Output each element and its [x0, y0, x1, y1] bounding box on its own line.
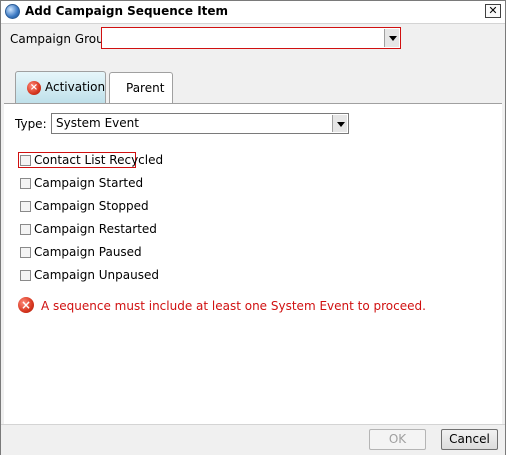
validation-error-message: A sequence must include at least one Sys… [41, 299, 426, 313]
cancel-button[interactable]: Cancel [441, 429, 498, 450]
chevron-down-icon[interactable] [384, 29, 399, 47]
type-value: System Event [56, 116, 139, 130]
checkbox-box[interactable] [20, 178, 31, 189]
checkbox-box[interactable] [20, 224, 31, 235]
chevron-down-icon[interactable] [332, 115, 347, 132]
checkbox-label: Campaign Paused [34, 245, 142, 259]
checkbox-label: Campaign Restarted [34, 222, 157, 236]
type-label: Type: [15, 117, 47, 131]
checkbox-contact-list-recycled[interactable]: Contact List Recycled [18, 152, 163, 168]
tab-activation[interactable]: × Activation [15, 71, 106, 103]
tab-activation-label: Activation [45, 80, 106, 94]
checkbox-box[interactable] [20, 201, 31, 212]
dialog-window: Add Campaign Sequence Item ✕ Campaign Gr… [0, 0, 506, 455]
parent-tab-panel: Type: System Event Contact List Recycled… [4, 103, 502, 424]
campaign-group-label: Campaign Group: [10, 32, 116, 46]
tab-parent-label: Parent [126, 81, 165, 95]
checkbox-label: Contact List Recycled [34, 153, 164, 167]
checkbox-box[interactable] [20, 270, 31, 281]
checkbox-label: Campaign Unpaused [34, 268, 159, 282]
window-title: Add Campaign Sequence Item [25, 4, 229, 18]
checkbox-label: Campaign Stopped [34, 199, 149, 213]
checkbox-box[interactable] [20, 155, 31, 166]
campaign-group-select[interactable] [101, 27, 401, 49]
error-icon: × [27, 81, 41, 95]
checkbox-box[interactable] [20, 247, 31, 258]
error-icon: × [18, 297, 34, 313]
globe-app-icon [5, 4, 20, 19]
tab-parent[interactable]: Parent [109, 72, 173, 104]
checkbox-label: Campaign Started [34, 176, 144, 190]
close-button[interactable]: ✕ [485, 4, 501, 18]
type-select[interactable]: System Event [51, 113, 349, 134]
ok-button[interactable]: OK [369, 429, 426, 450]
title-bar[interactable]: Add Campaign Sequence Item ✕ [1, 1, 505, 24]
dialog-footer: OK Cancel [1, 424, 505, 455]
